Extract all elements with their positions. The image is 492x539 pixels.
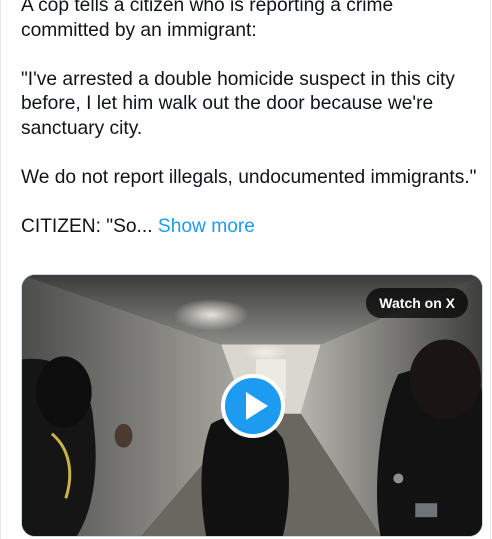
tweet-paragraph: We do not report illegals, undocumented … [21, 166, 477, 188]
tweet-paragraph: A cop tells a citizen who is reporting a… [21, 0, 394, 41]
truncated-text: CITIZEN: "So... [21, 215, 153, 237]
play-icon [246, 392, 268, 420]
tweet-body: A cop tells a citizen who is reporting a… [21, 0, 481, 239]
tweet-paragraph: "I've arrested a double homicide suspect… [21, 68, 455, 139]
watch-on-x-button[interactable]: Watch on X [366, 288, 468, 318]
tweet-paragraph-truncated: CITIZEN: "So... Show more [21, 215, 481, 240]
show-more-link[interactable]: Show more [158, 216, 255, 237]
play-button[interactable] [221, 374, 285, 438]
video-thumbnail[interactable]: Watch on X [21, 274, 483, 537]
tweet-card: A cop tells a citizen who is reporting a… [0, 0, 491, 539]
